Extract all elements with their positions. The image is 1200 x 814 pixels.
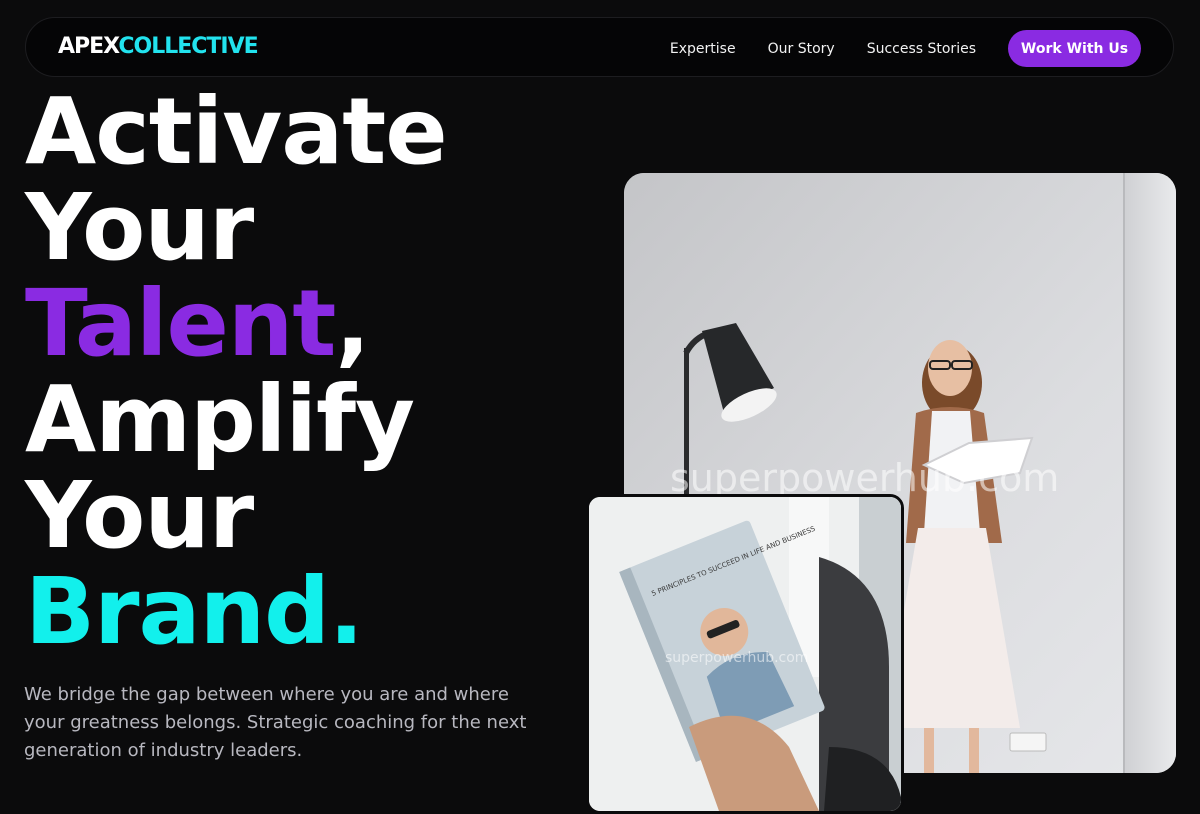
logo-collective: COLLECTIVE [118,34,258,59]
nav-links: Expertise Our Story Success Stories Work… [670,30,1141,67]
hero-headline: Activate Your Talent, Amplify Your Brand… [25,78,448,665]
nav-link-our-story[interactable]: Our Story [768,31,835,67]
headline-talent: Talent [25,270,336,377]
work-with-us-button[interactable]: Work With Us [1008,30,1141,67]
brand-logo[interactable]: APEXCOLLECTIVE [58,34,259,59]
top-nav: APEXCOLLECTIVE Expertise Our Story Succe… [25,17,1174,77]
hero-photo-book: 5 PRINCIPLES TO SUCCEED IN LIFE AND BUSI… [586,494,904,814]
hero-subtitle: We bridge the gap between where you are … [24,684,527,761]
nav-link-success-stories[interactable]: Success Stories [867,31,976,67]
headline-line-amplify: Amplify [25,366,415,473]
headline-line-brand: Brand. [25,558,364,665]
headline-line-activate: Activate [25,78,448,185]
headline-line-your-2: Your [25,462,254,569]
logo-apex: APEX [58,34,119,59]
nav-link-expertise[interactable]: Expertise [670,31,736,67]
headline-line-talent: Talent, [25,276,447,372]
small-watermark: superpowerhub.com [665,650,808,666]
book-photo-illustration: 5 PRINCIPLES TO SUCCEED IN LIFE AND BUSI… [589,497,901,811]
headline-comma: , [335,270,370,377]
headline-line-your: Your [25,174,254,281]
